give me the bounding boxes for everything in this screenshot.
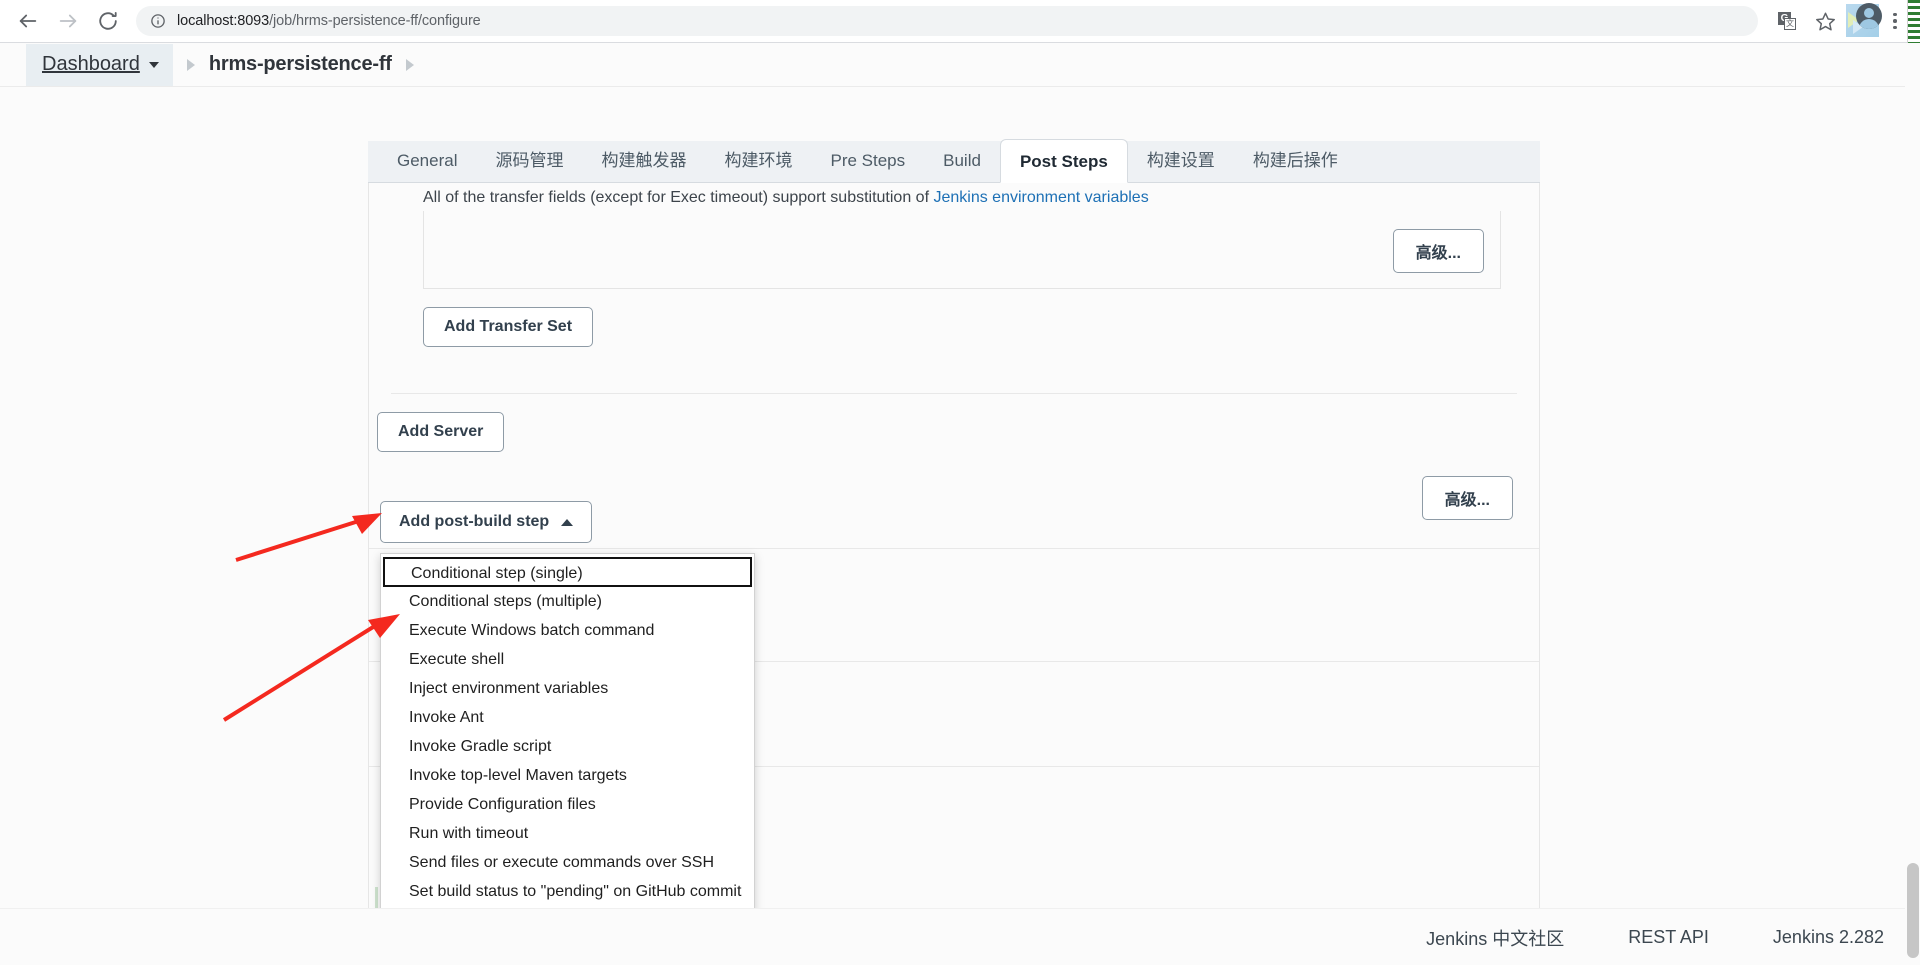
jenkins-page: Dashboard hrms-persistence-ff General 源码… [0,43,1920,965]
menu-item-inject-environment-variables[interactable]: Inject environment variables [381,674,754,703]
menu-item-conditional-step-single[interactable]: Conditional step (single) [383,557,752,587]
transfer-inner-box: 高级... [423,211,1501,289]
profile-button[interactable] [1846,3,1882,37]
tab-build-triggers[interactable]: 构建触发器 [582,140,705,182]
transfer-hint-text: All of the transfer fields (except for E… [401,183,1521,207]
menu-item-execute-shell[interactable]: Execute shell [381,645,754,674]
footer-link-jenkins-version[interactable]: Jenkins 2.282 [1773,927,1884,948]
menu-item-invoke-gradle-script[interactable]: Invoke Gradle script [381,732,754,761]
breadcrumb-dashboard-label: Dashboard [42,53,140,75]
bookmark-button[interactable] [1810,6,1840,36]
three-dot-menu-icon-dot3 [1893,25,1897,30]
advanced-button-server[interactable]: 高级... [1421,476,1513,520]
breadcrumb-arrow-icon [186,58,195,71]
reload-icon [99,12,117,30]
tab-post-build-actions[interactable]: 构建后操作 [1234,140,1357,182]
breadcrumb-item-dashboard[interactable]: Dashboard [26,43,173,86]
site-info-icon[interactable] [150,13,166,29]
red-arrow-to-add-post-build-step [235,513,382,562]
advanced-button-transfer[interactable]: 高级... [1392,229,1484,273]
reload-button[interactable] [91,4,125,38]
menu-item-invoke-ant[interactable]: Invoke Ant [381,703,754,732]
url-path: /job/hrms-persistence-ff/configure [269,13,481,29]
menu-item-provide-configuration-files[interactable]: Provide Configuration files [381,790,754,819]
three-dot-menu-icon-dot1 [1893,12,1897,17]
add-post-build-step-dropdown: Add post-build step Conditional step (si… [380,501,755,965]
footer-link-rest-api[interactable]: REST API [1628,927,1709,948]
forward-button[interactable] [51,4,85,38]
add-transfer-set-button[interactable]: Add Transfer Set [423,307,594,347]
profile-avatar-icon [1856,3,1882,29]
tab-build-settings[interactable]: 构建设置 [1128,140,1234,182]
menu-item-conditional-steps-multiple[interactable]: Conditional steps (multiple) [381,587,754,616]
tab-post-steps[interactable]: Post Steps [999,139,1128,183]
add-transfer-set-row: Add Transfer Set [401,289,1521,347]
breadcrumb-item-job[interactable]: hrms-persistence-ff [209,53,392,76]
menu-item-set-build-status-pending-github[interactable]: Set build status to "pending" on GitHub … [381,877,754,906]
caret-up-icon [561,518,574,526]
page-scrollbar-thumb[interactable] [1907,863,1919,958]
address-bar-text: localhost:8093/job/hrms-persistence-ff/c… [177,13,481,29]
back-button[interactable] [11,4,45,38]
chevron-down-icon[interactable] [148,61,159,68]
translate-icon-glyph: 文 [1784,18,1796,30]
footer-link-jenkins-cn[interactable]: Jenkins 中文社区 [1426,925,1564,951]
browser-toolbar: localhost:8093/job/hrms-persistence-ff/c… [0,0,1920,58]
url-host: localhost:8093 [177,13,270,29]
three-dot-menu-icon-dot2 [1893,19,1897,23]
tab-scm[interactable]: 源码管理 [476,140,582,182]
config-tab-bar: General 源码管理 构建触发器 构建环境 Pre Steps Build … [368,139,1540,183]
add-server-button[interactable]: Add Server [377,412,505,452]
page-scrollbar[interactable] [1905,43,1920,965]
transfer-hint-prefix: All of the transfer fields (except for E… [423,189,934,206]
avatar-head [1864,8,1874,18]
menu-item-invoke-top-level-maven-targets[interactable]: Invoke top-level Maven targets [381,761,754,790]
menu-item-send-files-over-ssh[interactable]: Send files or execute commands over SSH [381,848,754,877]
toolbar-icon-group: G 文 [1768,3,1912,37]
tab-general[interactable]: General [378,140,476,182]
menu-item-run-with-timeout[interactable]: Run with timeout [381,819,754,848]
breadcrumb-arrow-icon-2[interactable] [405,58,414,71]
avatar-body [1859,19,1879,29]
tab-pre-steps[interactable]: Pre Steps [811,140,924,182]
add-post-build-step-button[interactable]: Add post-build step [380,501,593,543]
jenkins-env-vars-link[interactable]: Jenkins environment variables [933,189,1148,206]
address-bar[interactable]: localhost:8093/job/hrms-persistence-ff/c… [136,6,1758,36]
page-footer: Jenkins 中文社区 REST API Jenkins 2.282 [0,908,1920,965]
chrome-menu-button[interactable] [1882,6,1908,36]
back-arrow-icon [19,14,37,28]
add-server-row: Add Server [369,394,1539,452]
transfer-spacer [401,347,1521,393]
tab-build-environment[interactable]: 构建环境 [705,140,811,182]
translate-icon: G 文 [1778,12,1796,30]
translate-button[interactable]: G 文 [1772,6,1802,36]
menu-item-execute-windows-batch-command[interactable]: Execute Windows batch command [381,616,754,645]
transfer-panel: All of the transfer fields (except for E… [401,183,1521,393]
post-build-step-menu: Conditional step (single) Conditional st… [380,553,755,965]
forward-arrow-icon [59,14,77,28]
breadcrumb: Dashboard hrms-persistence-ff [0,43,1920,87]
add-post-build-step-label: Add post-build step [399,513,550,530]
star-bookmark-icon [1815,12,1835,30]
tab-build[interactable]: Build [924,140,1000,182]
